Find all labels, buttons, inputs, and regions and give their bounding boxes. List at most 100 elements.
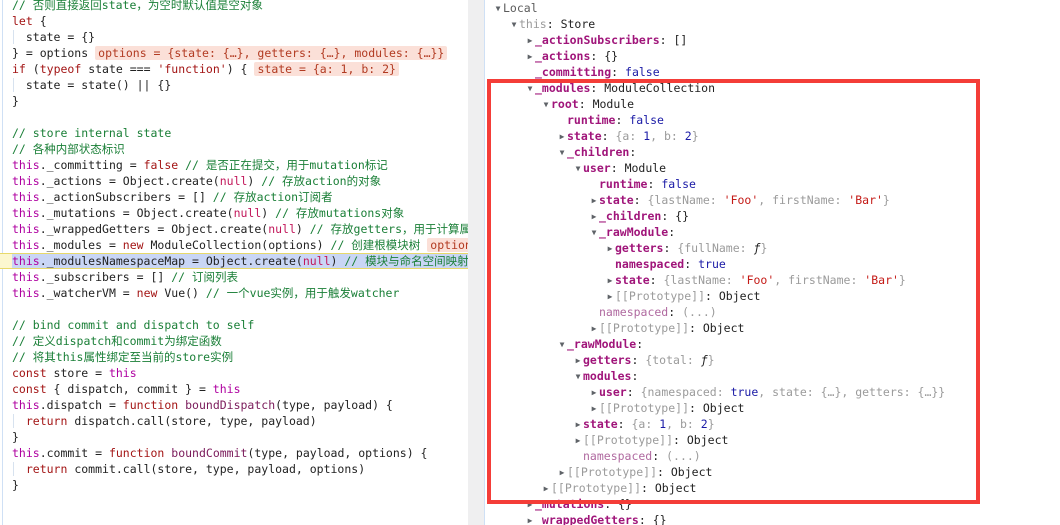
- chevron-right-icon[interactable]: ▶: [573, 417, 583, 433]
- code-line[interactable]: }: [0, 429, 468, 445]
- code-line[interactable]: [0, 109, 468, 125]
- code-line[interactable]: // 各种内部状态标识: [0, 141, 468, 157]
- scope-tree-row[interactable]: ▶ [[Prototype]]: Object: [485, 432, 1060, 448]
- chevron-right-icon[interactable]: ▶: [589, 321, 599, 337]
- scope-tree-row[interactable]: ▶ state: {a: 1, b: 2}: [485, 416, 1060, 432]
- inline-debug-value[interactable]: options = {state: {…}, getters: {…}, mod…: [95, 46, 448, 60]
- scope-tree-token: namespaced: [583, 449, 653, 463]
- code-line[interactable]: // store internal state: [0, 125, 468, 141]
- code-line[interactable]: this.commit = function boundCommit(type,…: [0, 445, 468, 461]
- scope-tree-row[interactable]: ▼ modules:: [485, 368, 1060, 384]
- chevron-right-icon[interactable]: ▶: [525, 497, 535, 513]
- scope-tree-row[interactable]: ▶ [[Prototype]]: Object: [485, 288, 1060, 304]
- scope-tree-row[interactable]: ▼ root: Module: [485, 96, 1060, 112]
- scope-tree-row[interactable]: ▶ _actions: {}: [485, 48, 1060, 64]
- scope-tree-row[interactable]: ▶ _actionSubscribers: []: [485, 32, 1060, 48]
- code-line[interactable]: return dispatch.call(store, type, payloa…: [0, 413, 468, 429]
- chevron-right-icon[interactable]: ▶: [541, 481, 551, 497]
- scope-tree-row[interactable]: _committing: false: [485, 64, 1060, 80]
- code-line[interactable]: return commit.call(store, type, payload,…: [0, 461, 468, 477]
- scope-tree-row[interactable]: ▶ user: {namespaced: true, state: {…}, ge…: [485, 384, 1060, 400]
- scope-tree-row[interactable]: ▶ [[Prototype]]: Object: [485, 320, 1060, 336]
- scope-tree-row[interactable]: ▼ _rawModule:: [485, 224, 1060, 240]
- scope-tree-row[interactable]: ▶ _mutations: {}: [485, 496, 1060, 512]
- code-line[interactable]: if (typeof state === 'function') {state …: [0, 61, 468, 77]
- scope-tree-row[interactable]: runtime: false: [485, 112, 1060, 128]
- code-line[interactable]: } = options options = {state: {…}, getter…: [0, 45, 468, 61]
- scope-tree-row[interactable]: ▶ state: {lastName: 'Foo', firstName: 'Ba…: [485, 192, 1060, 208]
- scope-tree-row[interactable]: ▶ [[Prototype]]: Object: [485, 400, 1060, 416]
- code-line[interactable]: this._subscribers = [] // 订阅列表: [0, 269, 468, 285]
- chevron-down-icon[interactable]: ▼: [573, 369, 583, 385]
- scope-tree-row[interactable]: ▶ _children: {}: [485, 208, 1060, 224]
- scope-tree-row[interactable]: ▶ state: {a: 1, b: 2}: [485, 128, 1060, 144]
- chevron-right-icon[interactable]: ▶: [605, 241, 615, 257]
- chevron-down-icon[interactable]: ▼: [541, 97, 551, 113]
- code-line[interactable]: this._committing = false // 是否正在提交，用于mut…: [0, 157, 468, 173]
- chevron-right-icon[interactable]: ▶: [589, 401, 599, 417]
- chevron-right-icon[interactable]: ▶: [589, 209, 599, 225]
- chevron-down-icon[interactable]: ▼: [557, 145, 567, 161]
- code-line[interactable]: this._modules = new ModuleCollection(opt…: [0, 237, 468, 253]
- inline-debug-value[interactable]: options = {st: [427, 238, 468, 252]
- chevron-right-icon[interactable]: ▶: [605, 273, 615, 289]
- scope-tree-row[interactable]: ▶ [[Prototype]]: Object: [485, 480, 1060, 496]
- chevron-right-icon[interactable]: ▶: [589, 385, 599, 401]
- inline-debug-value[interactable]: state = {a: 1, b: 2}: [254, 62, 399, 76]
- code-line-list[interactable]: // 否则直接返回state，为空时默认值是空对象 let { state = {…: [0, 0, 468, 493]
- scope-tree-row[interactable]: ▼ Local: [485, 0, 1060, 16]
- scope-tree-row[interactable]: ▼ _children:: [485, 144, 1060, 160]
- chevron-down-icon[interactable]: ▼: [493, 1, 503, 17]
- chevron-right-icon[interactable]: ▶: [525, 33, 535, 49]
- code-line[interactable]: const store = this: [0, 365, 468, 381]
- chevron-down-icon[interactable]: ▼: [557, 337, 567, 353]
- code-line[interactable]: this.dispatch = function boundDispatch(t…: [0, 397, 468, 413]
- chevron-right-icon[interactable]: ▶: [557, 129, 567, 145]
- chevron-right-icon[interactable]: ▶: [525, 49, 535, 65]
- scope-tree-row[interactable]: ▼ this: Store: [485, 16, 1060, 32]
- chevron-down-icon[interactable]: ▼: [525, 81, 535, 97]
- chevron-right-icon[interactable]: ▶: [573, 433, 583, 449]
- scope-tree-token: Object: [670, 465, 713, 479]
- code-line[interactable]: this._watcherVM = new Vue() // 一个vue实例，用…: [0, 285, 468, 301]
- scope-tree-row[interactable]: ▼ _rawModule:: [485, 336, 1060, 352]
- chevron-down-icon[interactable]: ▼: [573, 161, 583, 177]
- source-code-pane[interactable]: // 否则直接返回state，为空时默认值是空对象 let { state = {…: [0, 0, 468, 525]
- scope-variables-tree[interactable]: ▼ Local ▼ this: Store ▶ _actionSubscribers: […: [485, 0, 1060, 525]
- chevron-right-icon[interactable]: ▶: [605, 289, 615, 305]
- code-line[interactable]: let {: [0, 13, 468, 29]
- code-line[interactable]: this._actions = Object.create(null) // 存…: [0, 173, 468, 189]
- code-line[interactable]: state = {}: [0, 29, 468, 45]
- code-line[interactable]: this._wrappedGetters = Object.create(nul…: [0, 221, 468, 237]
- chevron-right-icon[interactable]: ▶: [525, 513, 535, 525]
- code-line[interactable]: // 定义dispatch和commit为绑定函数: [0, 333, 468, 349]
- scope-tree-row[interactable]: namespaced: true: [485, 256, 1060, 272]
- scope-tree-row[interactable]: ▶ getters: {fullName: ƒ}: [485, 240, 1060, 256]
- code-line[interactable]: }: [0, 93, 468, 109]
- code-line[interactable]: this._actionSubscribers = [] // 存放action…: [0, 189, 468, 205]
- chevron-down-icon[interactable]: ▼: [509, 17, 519, 33]
- code-line[interactable]: // 否则直接返回state，为空时默认值是空对象: [0, 0, 468, 13]
- code-line[interactable]: // bind commit and dispatch to self: [0, 317, 468, 333]
- code-line[interactable]: this._mutations = Object.create(null) //…: [0, 205, 468, 221]
- chevron-right-icon[interactable]: ▶: [589, 193, 599, 209]
- chevron-right-icon[interactable]: ▶: [573, 353, 583, 369]
- scope-tree-row[interactable]: ▶ [[Prototype]]: Object: [485, 464, 1060, 480]
- scope-tree-row[interactable]: ▶ getters: {total: ƒ}: [485, 352, 1060, 368]
- scope-tree-row[interactable]: ▼ user: Module: [485, 160, 1060, 176]
- scope-tree-row[interactable]: namespaced: (...): [485, 448, 1060, 464]
- code-line-active[interactable]: this._modulesNamespaceMap = Object.creat…: [0, 253, 468, 269]
- code-line[interactable]: }: [0, 477, 468, 493]
- scope-tree-row[interactable]: ▶ state: {lastName: 'Foo', firstName: 'Ba…: [485, 272, 1060, 288]
- chevron-down-icon[interactable]: ▼: [589, 225, 599, 241]
- scope-tree-row[interactable]: ▶ _wrappedGetters: {}: [485, 512, 1060, 525]
- code-line[interactable]: // 将其this属性绑定至当前的store实例: [0, 349, 468, 365]
- scope-tree-row[interactable]: namespaced: (...): [485, 304, 1060, 320]
- scope-tree-row[interactable]: ▼ _modules: ModuleCollection: [485, 80, 1060, 96]
- scope-tree-row[interactable]: runtime: false: [485, 176, 1060, 192]
- code-line[interactable]: const { dispatch, commit } = this: [0, 381, 468, 397]
- chevron-right-icon[interactable]: ▶: [557, 465, 567, 481]
- scope-tree-token: []: [673, 33, 688, 47]
- code-line[interactable]: state = state() || {}: [0, 77, 468, 93]
- code-line[interactable]: [0, 301, 468, 317]
